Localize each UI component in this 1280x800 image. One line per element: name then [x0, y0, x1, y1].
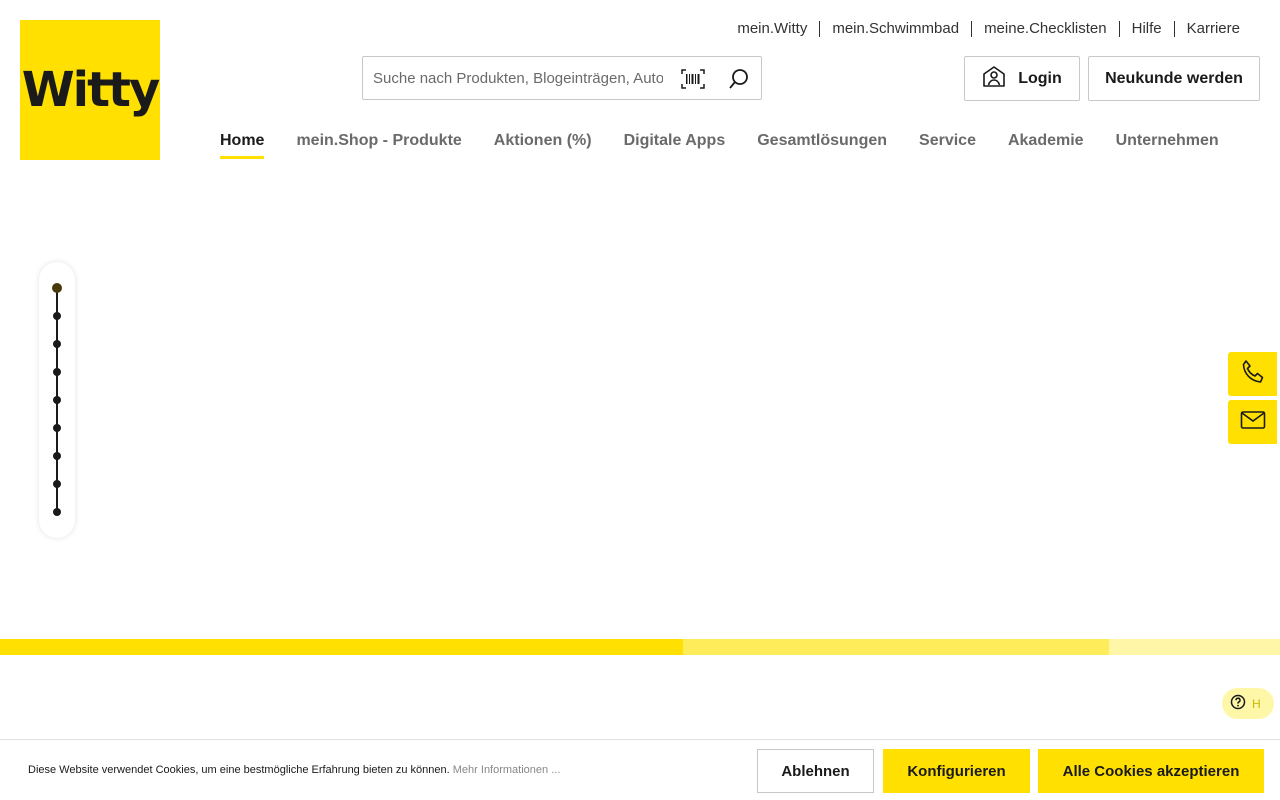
help-chip-label: H	[1252, 696, 1261, 711]
cookie-text: Diese Website verwendet Cookies, um eine…	[28, 764, 560, 776]
nav-item-gesamtloesungen[interactable]: Gesamtlösungen	[757, 132, 887, 159]
top-link-mein-schwimmbad[interactable]: mein.Schwimmbad	[832, 20, 959, 37]
register-label: Neukunde werden	[1105, 69, 1243, 87]
top-link-hilfe[interactable]: Hilfe	[1132, 20, 1162, 37]
nav-item-home[interactable]: Home	[220, 132, 265, 159]
slide-dot[interactable]	[53, 452, 61, 460]
cookie-configure-button[interactable]: Konfigurieren	[883, 749, 1030, 793]
top-link-meine-checklisten[interactable]: meine.Checklisten	[984, 20, 1107, 37]
decorative-stripe	[1109, 639, 1280, 655]
cookie-banner: Diese Website verwendet Cookies, um eine…	[0, 739, 1280, 800]
main-nav: Home mein.Shop - Produkte Aktionen (%) D…	[220, 132, 1219, 159]
nav-item-aktionen[interactable]: Aktionen (%)	[494, 132, 592, 159]
top-utility-nav: mein.Witty mein.Schwimmbad meine.Checkli…	[737, 20, 1240, 37]
slide-dot[interactable]	[53, 312, 61, 320]
nav-item-shop[interactable]: mein.Shop - Produkte	[296, 132, 461, 159]
slide-dot[interactable]	[53, 368, 61, 376]
divider	[819, 20, 821, 37]
divider	[971, 20, 973, 37]
slide-dot[interactable]	[53, 508, 61, 516]
login-button[interactable]: Login	[964, 56, 1080, 101]
help-chip[interactable]: H	[1222, 688, 1274, 719]
phone-button[interactable]	[1228, 352, 1277, 396]
mail-button[interactable]	[1228, 400, 1277, 444]
login-label: Login	[1018, 69, 1062, 87]
nav-item-akademie[interactable]: Akademie	[1008, 132, 1084, 159]
search-bar	[362, 56, 762, 100]
cookie-message: Diese Website verwendet Cookies, um eine…	[28, 764, 450, 776]
slide-dot[interactable]	[53, 396, 61, 404]
decorative-stripe	[0, 639, 683, 655]
decorative-stripe	[683, 639, 1109, 655]
slide-dot[interactable]	[53, 340, 61, 348]
nav-item-digitale-apps[interactable]: Digitale Apps	[624, 132, 726, 159]
nav-item-unternehmen[interactable]: Unternehmen	[1116, 132, 1219, 159]
search-icon[interactable]	[727, 67, 751, 91]
barcode-icon[interactable]	[681, 67, 705, 91]
logo-text: Witty	[21, 62, 161, 118]
slide-dot[interactable]	[53, 480, 61, 488]
divider	[1118, 20, 1120, 37]
top-link-karriere[interactable]: Karriere	[1187, 20, 1240, 37]
search-input[interactable]	[363, 57, 663, 99]
slide-dot[interactable]	[52, 283, 62, 293]
cookie-more-link[interactable]: Mehr Informationen ...	[453, 764, 561, 776]
register-button[interactable]: Neukunde werden	[1088, 56, 1260, 101]
phone-icon	[1240, 359, 1266, 390]
divider	[1173, 20, 1175, 37]
cookie-accept-button[interactable]: Alle Cookies akzeptieren	[1038, 749, 1264, 793]
slide-dot[interactable]	[53, 424, 61, 432]
cookie-deny-button[interactable]: Ablehnen	[757, 749, 874, 793]
mail-icon	[1240, 410, 1266, 435]
witty-logo[interactable]: Witty	[20, 20, 160, 160]
nav-item-service[interactable]: Service	[919, 132, 976, 159]
user-house-icon	[982, 65, 1006, 92]
top-link-mein-witty[interactable]: mein.Witty	[737, 20, 807, 37]
slide-indicator	[39, 262, 75, 538]
question-circle-icon	[1230, 694, 1246, 713]
